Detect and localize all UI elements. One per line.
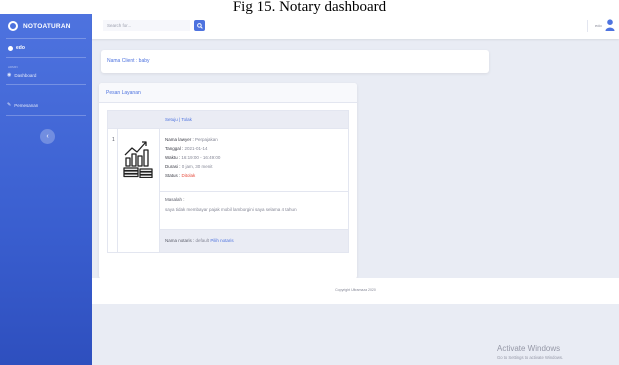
order-table: Setuju | Tolak 1 Nama lawyer: Perpajaka… xyxy=(107,110,349,253)
durasi-line: Durasi : 0 jam, 30 menit xyxy=(165,164,213,169)
sidebar-divider xyxy=(6,115,86,116)
notaris-line: Nama notaris : default Pilih notaris xyxy=(165,238,234,243)
waktu-value: 16:19:00 - 16:49:00 xyxy=(181,155,221,160)
durasi-value: 0 jam, 30 menit xyxy=(181,164,213,169)
lawyer-line: Nama lawyer : Perpajakan xyxy=(165,137,218,142)
table-header: Setuju | Tolak xyxy=(108,111,348,129)
search-button[interactable] xyxy=(194,20,205,31)
topbar: edo xyxy=(92,14,619,39)
activation-watermark: Activate Windows Go to Settings to activ… xyxy=(497,344,563,360)
notaris-label: Nama notaris : xyxy=(165,238,195,243)
status-line: Status : Ditolak xyxy=(165,173,195,178)
sidebar-item-label: Pemesanan xyxy=(14,102,39,108)
user-icon xyxy=(8,45,13,51)
brand[interactable]: NOTOATURAN xyxy=(0,14,92,38)
tanggal-label: Tanggal : xyxy=(165,146,184,151)
search-input[interactable] xyxy=(103,20,190,31)
masalah-text: saya tidak membayar pajak mobil lamborgi… xyxy=(165,207,297,212)
pencil-icon: ✎ xyxy=(7,102,12,108)
waktu-label: Waktu : xyxy=(165,155,181,160)
topbar-username[interactable]: edo xyxy=(595,23,602,28)
client-card: Nama Client : baby xyxy=(101,50,489,73)
sidebar-item-dashboard[interactable]: ◉ Dashboard xyxy=(7,72,36,78)
watermark-subtitle: Go to Settings to activate Windows. xyxy=(497,355,564,360)
sidebar-divider xyxy=(6,38,86,39)
sidebar-heading: ADMIN xyxy=(8,65,18,69)
notaris-row: Nama notaris : default Pilih notaris xyxy=(160,229,348,252)
tax-growth-icon xyxy=(123,141,153,178)
sidebar-divider xyxy=(6,84,86,85)
tanggal-line: Tanggal : 2021-01-14 xyxy=(165,146,208,151)
app-screen: NOTOATURAN edo ADMIN ◉ Dashboard ✎ Pemes… xyxy=(0,14,619,365)
sidebar-user-name: edo xyxy=(16,45,25,51)
search-icon xyxy=(196,22,203,29)
chevron-left-icon: ‹ xyxy=(46,133,49,140)
lawyer-value: Perpajakan xyxy=(195,137,218,142)
pesan-layanan-card: Pesan Layanan Setuju | Tolak 1 Nama lawy… xyxy=(99,83,357,279)
sidebar-item-label: Dashboard xyxy=(14,72,37,78)
durasi-label: Durasi : xyxy=(165,164,181,169)
topbar-divider xyxy=(587,20,588,32)
lawyer-label: Nama lawyer : xyxy=(165,137,194,142)
card-title: Pesan Layanan xyxy=(106,90,141,96)
choose-notaris-link[interactable]: Pilih notaris xyxy=(210,238,233,243)
watermark-title: Activate Windows xyxy=(497,344,561,353)
notaris-value: default xyxy=(195,238,210,243)
details-divider xyxy=(160,191,348,192)
row-number: 1 xyxy=(112,137,115,143)
copyright-text: Copyright Ultramaza 2020 xyxy=(335,288,376,292)
waktu-line: Waktu : 16:19:00 - 16:49:00 xyxy=(165,155,220,160)
sidebar-toggle-button[interactable]: ‹ xyxy=(40,129,55,144)
figure-caption: Fig 15. Notary dashboard xyxy=(232,0,387,14)
sidebar-item-pemesanan[interactable]: ✎ Pemesanan xyxy=(7,102,38,108)
approve-reject-actions[interactable]: Setuju | Tolak xyxy=(165,117,192,122)
footer: Copyright Ultramaza 2020 xyxy=(92,278,619,304)
sidebar-user[interactable]: edo xyxy=(8,45,25,51)
table-column-divider xyxy=(117,129,118,252)
tanggal-value: 2021-01-14 xyxy=(184,146,208,151)
sidebar-divider xyxy=(6,57,86,58)
sidebar: NOTOATURAN edo ADMIN ◉ Dashboard ✎ Pemes… xyxy=(0,14,92,365)
status-label: Status : xyxy=(165,173,181,178)
status-badge: Ditolak xyxy=(181,173,196,178)
brand-logo-icon xyxy=(8,21,18,31)
client-name: Nama Client : baby xyxy=(107,58,150,64)
dashboard-icon: ◉ xyxy=(7,72,12,78)
avatar-icon[interactable] xyxy=(605,19,615,31)
masalah-label: Masalah : xyxy=(165,197,185,202)
brand-name: NOTOATURAN xyxy=(23,22,71,30)
card-header: Pesan Layanan xyxy=(99,83,357,103)
